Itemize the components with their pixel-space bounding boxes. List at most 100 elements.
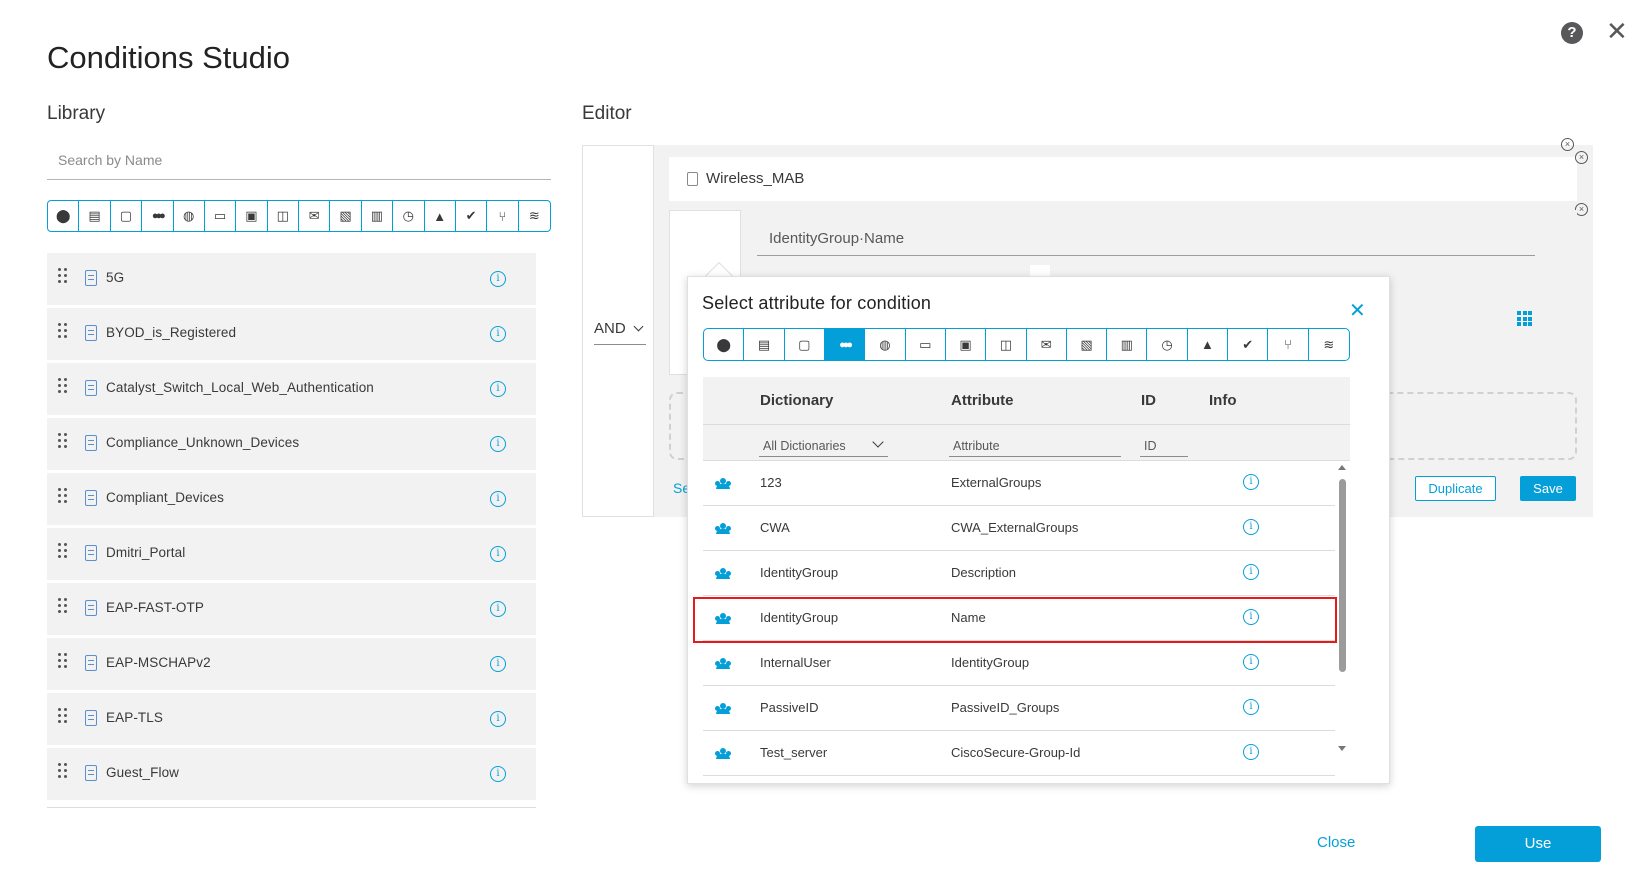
- globe-icon[interactable]: ◍: [865, 329, 906, 360]
- close-icon[interactable]: ✕: [1349, 301, 1366, 321]
- drag-handle-icon[interactable]: [58, 323, 68, 343]
- monitor-icon[interactable]: ▣: [236, 201, 268, 231]
- library-item[interactable]: EAP-TLS i: [47, 693, 536, 745]
- scrollbar-thumb[interactable]: [1339, 479, 1346, 672]
- desktop-icon[interactable]: ▭: [906, 329, 946, 360]
- square-icon[interactable]: ▢: [785, 329, 825, 360]
- library-item[interactable]: Compliant_Devices i: [47, 473, 536, 525]
- condition-header: Wireless_MAB: [669, 157, 1577, 201]
- table-header: Dictionary Attribute ID Info: [703, 377, 1350, 425]
- info-icon[interactable]: i: [490, 656, 506, 672]
- info-icon[interactable]: i: [490, 381, 506, 397]
- info-icon[interactable]: i: [1243, 699, 1259, 715]
- mail-icon[interactable]: ✉: [299, 201, 331, 231]
- use-button[interactable]: Use: [1475, 826, 1601, 862]
- attribute-input[interactable]: IdentityGroup·Name: [757, 226, 1535, 256]
- wifi-icon[interactable]: ≋: [519, 201, 550, 231]
- users-icon[interactable]: ●●●: [824, 329, 866, 360]
- column-dictionary[interactable]: Dictionary: [760, 392, 833, 409]
- library-search-input[interactable]: [47, 140, 551, 179]
- table-row[interactable]: IdentityGroup Description i: [703, 551, 1335, 596]
- table-row[interactable]: InternalUser IdentityGroup i: [703, 641, 1335, 686]
- info-icon[interactable]: i: [1243, 564, 1259, 580]
- info-icon[interactable]: i: [1243, 654, 1259, 670]
- info-icon[interactable]: i: [490, 271, 506, 287]
- server-icon[interactable]: ▥: [362, 201, 394, 231]
- table-row[interactable]: Test_server CiscoSecure-Group-Id i: [703, 731, 1335, 776]
- library-item[interactable]: EAP-MSCHAPv2 i: [47, 638, 536, 690]
- drag-handle-icon[interactable]: [58, 708, 68, 728]
- card-icon[interactable]: ▤: [79, 201, 111, 231]
- info-icon[interactable]: i: [490, 546, 506, 562]
- info-icon[interactable]: i: [490, 601, 506, 617]
- library-item[interactable]: 5G i: [47, 253, 536, 305]
- desktop-icon[interactable]: ▭: [205, 201, 237, 231]
- close-button[interactable]: Close: [1317, 834, 1355, 851]
- check-circle-icon[interactable]: ✔: [456, 201, 488, 231]
- attribute-filter-input[interactable]: Attribute: [949, 435, 1121, 457]
- globe-icon[interactable]: ◍: [174, 201, 205, 231]
- check-circle-icon[interactable]: ✔: [1228, 329, 1269, 360]
- card-icon[interactable]: ▤: [744, 329, 785, 360]
- remove-block-icon[interactable]: ×: [1561, 138, 1574, 151]
- clock-icon[interactable]: ◷: [393, 201, 425, 231]
- drag-handle-icon[interactable]: [58, 488, 68, 508]
- mail-icon[interactable]: ✉: [1027, 329, 1067, 360]
- tree-icon[interactable]: ⑂: [1268, 329, 1309, 360]
- drag-handle-icon[interactable]: [58, 268, 68, 288]
- info-icon[interactable]: i: [490, 711, 506, 727]
- document-icon[interactable]: ▧: [330, 201, 362, 231]
- network-icon[interactable]: ◫: [986, 329, 1027, 360]
- location-icon[interactable]: ⬤: [704, 329, 745, 360]
- wifi-icon[interactable]: ≋: [1309, 329, 1349, 360]
- library-item[interactable]: Dmitri_Portal i: [47, 528, 536, 580]
- users-icon[interactable]: ●●●: [142, 201, 174, 231]
- drag-handle-icon[interactable]: [58, 543, 68, 563]
- info-icon[interactable]: i: [490, 436, 506, 452]
- person-icon[interactable]: ▲: [1188, 329, 1229, 360]
- dictionary-filter-select[interactable]: All Dictionaries: [759, 435, 888, 457]
- server-icon[interactable]: ▥: [1107, 329, 1148, 360]
- library-item-label: Dmitri_Portal: [106, 545, 186, 560]
- scroll-down-arrow[interactable]: [1338, 746, 1346, 751]
- person-icon[interactable]: ▲: [425, 201, 456, 231]
- drag-handle-icon[interactable]: [58, 378, 68, 398]
- info-icon[interactable]: i: [490, 326, 506, 342]
- id-filter-input[interactable]: ID: [1140, 435, 1188, 457]
- library-item[interactable]: EAP-FAST-OTP i: [47, 583, 536, 635]
- help-icon[interactable]: ?: [1561, 22, 1583, 44]
- drag-handle-icon[interactable]: [58, 598, 68, 618]
- users-icon: [715, 568, 731, 579]
- table-row[interactable]: PassiveID PassiveID_Groups i: [703, 686, 1335, 731]
- drag-handle-icon[interactable]: [58, 763, 68, 783]
- scroll-up-arrow[interactable]: [1338, 465, 1346, 470]
- square-icon[interactable]: ▢: [111, 201, 143, 231]
- clock-icon[interactable]: ◷: [1147, 329, 1188, 360]
- table-row[interactable]: 123 ExternalGroups i: [703, 461, 1335, 506]
- info-icon[interactable]: i: [1243, 519, 1259, 535]
- monitor-icon[interactable]: ▣: [946, 329, 987, 360]
- library-item[interactable]: BYOD_is_Registered i: [47, 308, 536, 360]
- duplicate-button[interactable]: Duplicate: [1415, 476, 1496, 501]
- info-icon[interactable]: i: [1243, 744, 1259, 760]
- operator-dropdown[interactable]: AND: [594, 320, 646, 345]
- library-item[interactable]: Compliance_Unknown_Devices i: [47, 418, 536, 470]
- library-item[interactable]: Guest_Flow i: [47, 748, 536, 800]
- drag-handle-icon[interactable]: [58, 433, 68, 453]
- info-icon[interactable]: i: [1243, 474, 1259, 490]
- info-icon[interactable]: i: [490, 491, 506, 507]
- network-icon[interactable]: ◫: [268, 201, 299, 231]
- library-item[interactable]: Catalyst_Switch_Local_Web_Authentication…: [47, 363, 536, 415]
- location-icon[interactable]: ⬤: [48, 201, 80, 231]
- column-attribute[interactable]: Attribute: [951, 392, 1014, 409]
- column-id[interactable]: ID: [1141, 392, 1156, 409]
- info-icon[interactable]: i: [490, 766, 506, 782]
- document-icon[interactable]: ▧: [1067, 329, 1108, 360]
- close-dialog-icon[interactable]: ✕: [1606, 18, 1628, 44]
- grid-icon[interactable]: [1517, 311, 1532, 326]
- drag-handle-icon[interactable]: [58, 653, 68, 673]
- table-row[interactable]: CWA CWA_ExternalGroups i: [703, 506, 1335, 551]
- remove-condition-icon[interactable]: ×: [1575, 151, 1588, 164]
- tree-icon[interactable]: ⑂: [487, 201, 519, 231]
- save-button[interactable]: Save: [1520, 476, 1576, 501]
